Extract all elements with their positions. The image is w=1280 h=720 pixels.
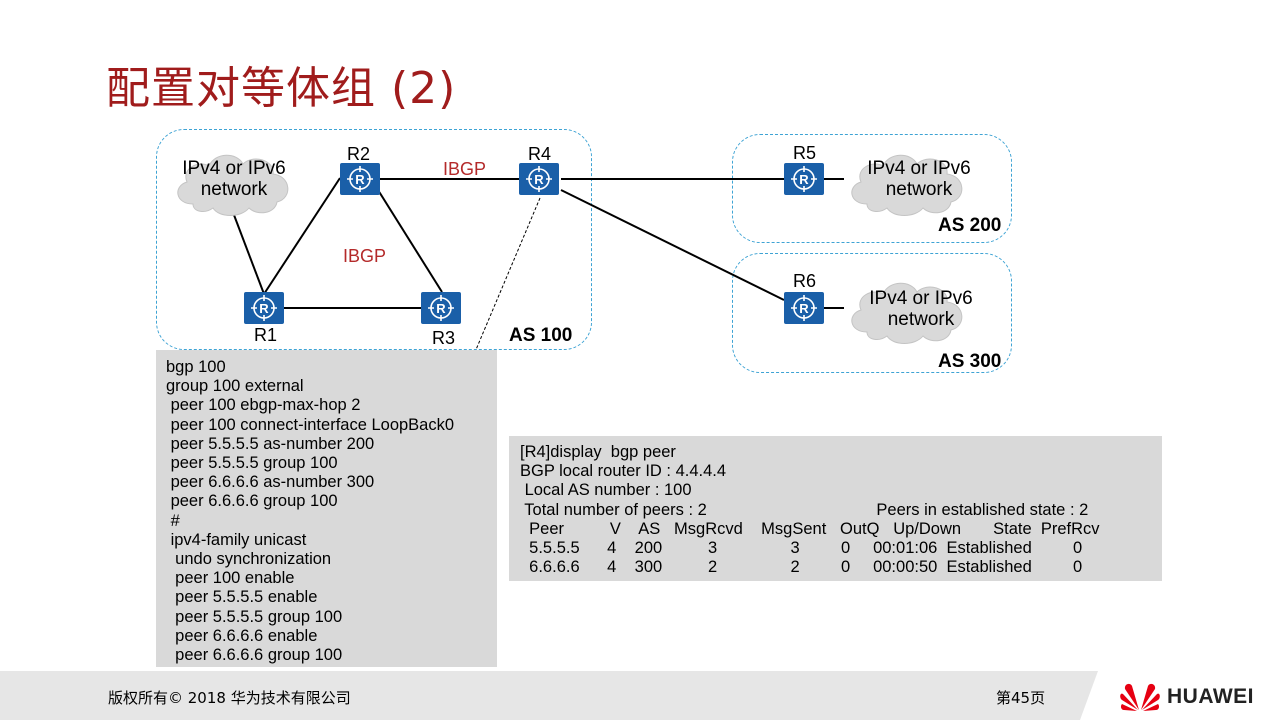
cloud-line1: IPv4 or IPv6 [867,158,971,179]
router-label-r2: R2 [347,144,371,164]
svg-text:R: R [436,301,446,316]
as100-label: AS 100 [509,325,573,346]
router-icon-r3: R [421,292,461,324]
router-label-r5: R5 [793,143,817,163]
cloud-label-as100: IPv4 or IPv6 network [172,158,296,200]
svg-text:R: R [799,172,809,187]
cloud-line1: IPv4 or IPv6 [182,158,286,179]
router-icon-r4: R [519,163,559,195]
cloud-label-as300: IPv4 or IPv6 network [856,288,986,330]
as300-label: AS 300 [938,351,1002,372]
router-icon-r6: R [784,292,824,324]
huawei-logo-icon [1120,683,1160,711]
ibgp-label-r2-r4: IBGP [443,159,487,179]
cloud-line1: IPv4 or IPv6 [869,288,973,309]
router-label-r3: R3 [432,328,456,348]
svg-text:R: R [799,301,809,316]
cloud-line2: network [887,309,955,330]
as200-label: AS 200 [938,215,1002,236]
svg-text:R: R [355,172,365,187]
cloud-line2: network [885,179,953,200]
ibgp-label-as100: IBGP [343,246,387,266]
svg-text:R: R [534,172,544,187]
router-label-r1: R1 [254,325,278,345]
link-r4-r6 [560,189,785,301]
router-icon-r2: R [340,163,380,195]
page-number: 第45页 [996,689,1046,707]
router-label-r4: R4 [528,144,552,164]
cloud-line2: network [200,179,268,200]
link-r2-r3 [377,189,443,293]
cloud-label-as200: IPv4 or IPv6 network [854,158,984,200]
bgp-peer-output: [R4]display bgp peer BGP local router ID… [509,436,1162,581]
router-label-r6: R6 [793,271,817,291]
router-icon-r5: R [784,163,824,195]
router-icon-r1: R [244,292,284,324]
config-code-block: bgp 100 group 100 external peer 100 ebgp… [156,350,497,667]
huawei-brand-text: HUAWEI [1167,685,1254,708]
copyright-text: 版权所有© 2018 华为技术有限公司 [108,689,351,707]
svg-text:R: R [259,301,269,316]
link-cloud-r1 [233,214,265,295]
